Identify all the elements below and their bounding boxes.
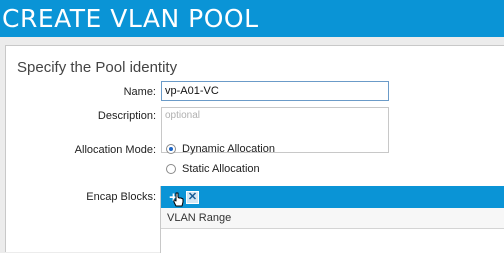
description-label: Description: (97, 110, 156, 122)
name-label: Name: (123, 86, 156, 98)
dynamic-allocation-label: Dynamic Allocation (182, 143, 275, 155)
static-allocation-label: Static Allocation (182, 163, 260, 175)
dynamic-allocation-option[interactable]: Dynamic Allocation (166, 143, 275, 155)
encap-blocks-table: + ✕ VLAN Range (160, 186, 504, 253)
encap-toolbar: + ✕ (161, 186, 504, 208)
dynamic-allocation-radio[interactable] (166, 144, 176, 154)
allocation-mode-label: Allocation Mode: (74, 144, 156, 156)
pool-identity-panel: Specify the Pool identity Name: Descript… (5, 45, 504, 253)
hand-cursor-icon (173, 192, 184, 207)
section-title: Specify the Pool identity (17, 59, 178, 76)
column-header-vlan-range[interactable]: VLAN Range (161, 208, 504, 229)
x-icon[interactable]: ✕ (186, 190, 199, 204)
name-input[interactable] (161, 81, 389, 101)
dialog-title: CREATE VLAN POOL (0, 0, 504, 37)
encap-blocks-label: Encap Blocks: (86, 191, 156, 203)
static-allocation-option[interactable]: Static Allocation (166, 163, 260, 175)
static-allocation-radio[interactable] (166, 164, 176, 174)
